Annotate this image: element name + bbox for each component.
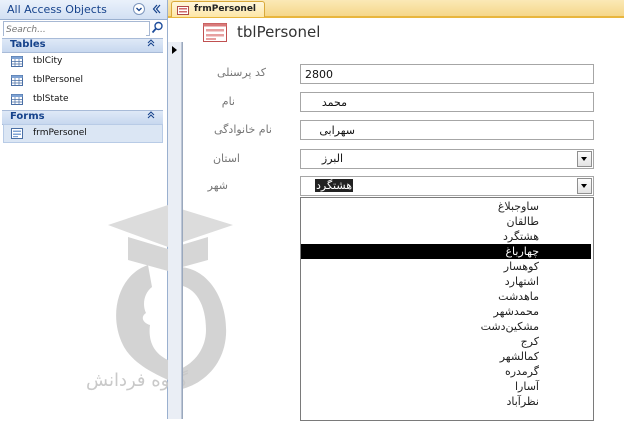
dropdown-option[interactable]: مشکین‌دشت xyxy=(301,319,591,334)
province-value: البرز xyxy=(321,152,343,165)
dropdown-option[interactable]: هشتگرد xyxy=(301,229,591,244)
nav-item-tblcity[interactable]: tblCity xyxy=(4,53,162,70)
dropdown-option[interactable]: آسارا xyxy=(301,379,591,394)
label-first-name: نام xyxy=(221,95,235,108)
city-combo[interactable]: هشتگرد xyxy=(300,176,594,196)
table-icon xyxy=(11,75,23,86)
dropdown-option[interactable]: محمدشهر xyxy=(301,304,591,319)
form-icon xyxy=(177,5,189,15)
document-tab-bar: frmPersonel xyxy=(168,0,624,18)
dropdown-option[interactable]: طالقان xyxy=(301,214,591,229)
chevron-down-icon[interactable] xyxy=(132,2,146,16)
label-province: استان xyxy=(212,152,240,165)
group-header-forms[interactable]: Forms xyxy=(2,110,163,125)
form-area: گروه فردانش tblPersonel کد پرسنلی نام نا… xyxy=(86,18,624,421)
dropdown-option[interactable]: ماهدشت xyxy=(301,289,591,304)
dropdown-arrow-icon[interactable] xyxy=(577,178,592,194)
nav-item-frmpersonel[interactable]: frmPersonel xyxy=(3,124,163,143)
tab-frmpersonel[interactable]: frmPersonel xyxy=(171,1,265,17)
personnel-code-input[interactable] xyxy=(301,65,589,83)
label-city: شهر xyxy=(207,179,228,192)
last-name-input[interactable] xyxy=(301,121,593,139)
last-name-field[interactable] xyxy=(300,120,594,140)
nav-item-label: tblState xyxy=(33,94,69,104)
dropdown-option[interactable]: گرمدره xyxy=(301,364,591,379)
dropdown-option[interactable]: اشتهارد xyxy=(301,274,591,289)
dropdown-option[interactable]: ساوجبلاغ xyxy=(301,199,591,214)
search-box[interactable] xyxy=(3,21,150,36)
nav-pane-header[interactable]: All Access Objects xyxy=(0,0,167,20)
table-icon xyxy=(11,94,23,105)
dropdown-option[interactable]: کرج xyxy=(301,334,591,349)
tab-label: frmPersonel xyxy=(194,4,257,14)
nav-pane-title[interactable]: All Access Objects xyxy=(7,3,107,16)
table-icon xyxy=(11,56,23,67)
label-personnel-code: کد پرسنلی xyxy=(217,66,266,79)
first-name-input[interactable] xyxy=(301,93,593,111)
dropdown-option[interactable]: نظرآباد xyxy=(301,394,591,409)
current-record-icon xyxy=(172,46,177,54)
search-icon[interactable] xyxy=(151,21,164,35)
nav-item-tblstate[interactable]: tblState xyxy=(4,91,162,108)
label-last-name: نام خانوادگی xyxy=(214,123,272,136)
dropdown-option[interactable]: کوهسار xyxy=(301,259,591,274)
shutter-bar-collapse-icon[interactable] xyxy=(149,2,163,16)
dropdown-option-selected[interactable]: چهارباغ xyxy=(301,244,591,259)
group-header-tables[interactable]: Tables xyxy=(2,38,163,53)
nav-item-label: tblCity xyxy=(33,56,63,66)
city-dropdown-list[interactable]: ساوجبلاغ طالقان هشتگرد چهارباغ کوهسار اش… xyxy=(300,197,594,421)
form-header: tblPersonel xyxy=(168,18,624,42)
dropdown-arrow-icon[interactable] xyxy=(577,151,592,167)
province-combo[interactable]: البرز xyxy=(300,149,594,169)
watermark-logo xyxy=(108,205,233,390)
nav-item-tblpersonel[interactable]: tblPersonel xyxy=(4,72,162,89)
city-value: هشتگرد xyxy=(315,179,353,192)
nav-item-label: frmPersonel xyxy=(33,128,87,138)
group-label: Forms xyxy=(10,111,45,122)
collapse-icon[interactable] xyxy=(147,111,155,122)
dropdown-option[interactable]: کمالشهر xyxy=(301,349,591,364)
nav-item-label: tblPersonel xyxy=(33,75,84,85)
collapse-icon[interactable] xyxy=(147,39,155,50)
first-name-field[interactable] xyxy=(300,92,594,112)
personnel-code-field[interactable] xyxy=(300,64,594,84)
group-label: Tables xyxy=(10,39,46,50)
form-title: tblPersonel xyxy=(237,23,321,41)
search-input[interactable] xyxy=(4,24,146,36)
form-icon xyxy=(203,23,227,42)
form-icon xyxy=(11,128,23,139)
